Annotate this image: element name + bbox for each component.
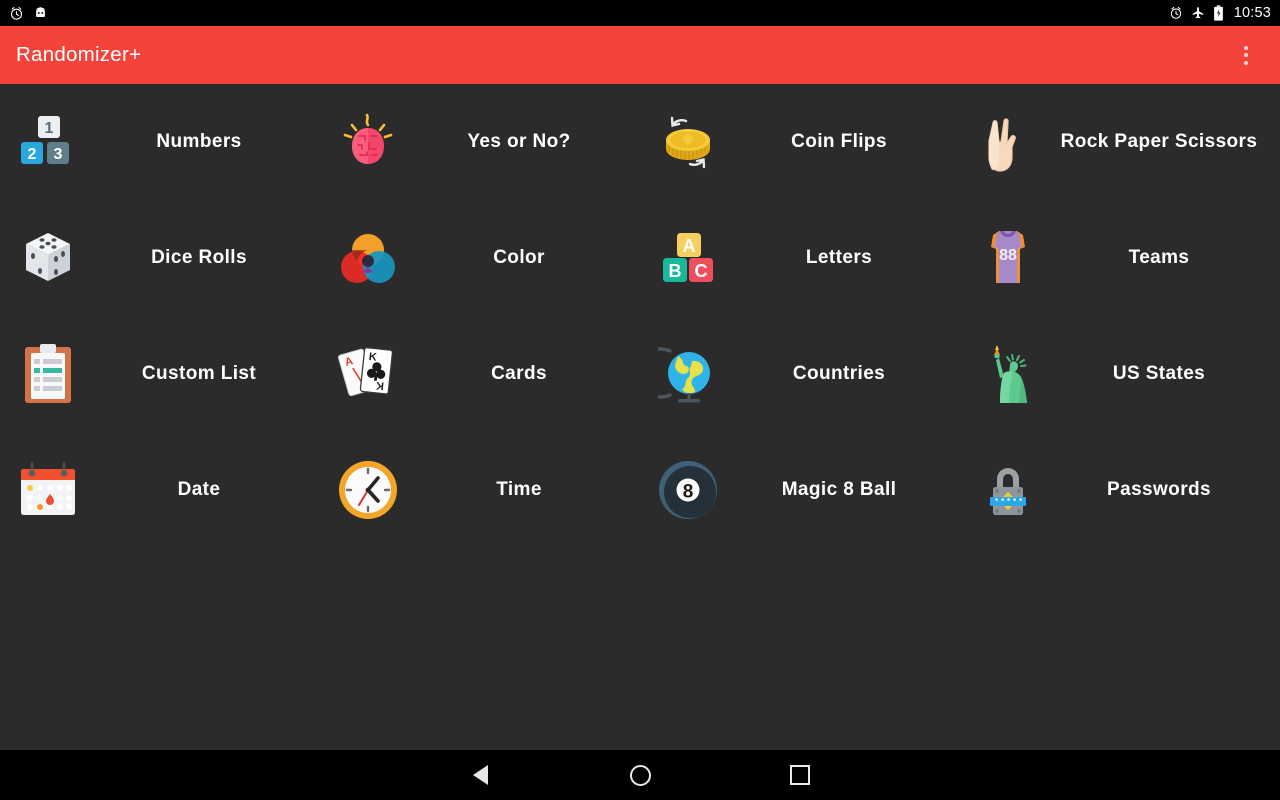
- grid-item-label: Date: [177, 478, 221, 500]
- grid-item-letters[interactable]: A B C Letters: [640, 200, 960, 316]
- grid-item-label: Magic 8 Ball: [781, 478, 897, 500]
- clock-icon: [320, 432, 416, 548]
- svg-text:C: C: [695, 261, 708, 281]
- grid-item-custom-list[interactable]: Custom List: [0, 316, 320, 432]
- android-screen: 10:53 Randomizer+ 1 2 3 Numbers Yes or N…: [0, 0, 1280, 800]
- nav-home-button[interactable]: [560, 750, 720, 800]
- grid-item-label: Yes or No?: [467, 130, 571, 152]
- statue-of-liberty-icon: [960, 316, 1056, 432]
- grid-item-label: Teams: [1128, 246, 1190, 268]
- overflow-menu-icon[interactable]: [1230, 33, 1262, 77]
- recents-square-icon: [790, 765, 810, 785]
- status-bar-clock: 10:53: [1233, 5, 1271, 21]
- grid-item-label: Numbers: [156, 130, 242, 152]
- clipboard-icon: [0, 316, 96, 432]
- status-bar: 10:53: [0, 0, 1280, 26]
- alarm-icon: [1170, 6, 1181, 19]
- dice-icon: [0, 200, 96, 316]
- status-bar-left-icons: [9, 6, 48, 21]
- svg-text:8: 8: [683, 482, 694, 503]
- coin-flip-icon: [640, 84, 736, 200]
- grid-item-label: Time: [496, 478, 542, 500]
- battery-charging-icon: [1213, 5, 1223, 21]
- grid-item-label: Countries: [792, 362, 886, 384]
- nav-recents-button[interactable]: [720, 750, 880, 800]
- grid-item-countries[interactable]: Countries: [640, 316, 960, 432]
- grid-item-label: Color: [493, 246, 545, 268]
- number-tiles-icon: 1 2 3: [0, 84, 96, 200]
- grid-item-label: US States: [1112, 362, 1206, 384]
- grid-item-coin-flips[interactable]: Coin Flips: [640, 84, 960, 200]
- globe-icon: [640, 316, 736, 432]
- grid-item-us-states[interactable]: US States: [960, 316, 1280, 432]
- grid-item-label: Cards: [491, 362, 547, 384]
- home-circle-icon: [629, 764, 651, 786]
- svg-text:3: 3: [54, 146, 63, 163]
- android-robot-icon: [36, 6, 45, 17]
- svg-text:K: K: [368, 351, 377, 364]
- grid-item-time[interactable]: Time: [320, 432, 640, 548]
- svg-text:88: 88: [999, 247, 1017, 264]
- android-navigation-bar: [0, 750, 1280, 800]
- svg-text:2: 2: [28, 146, 37, 163]
- svg-text:1: 1: [45, 120, 54, 137]
- calendar-icon: [0, 432, 96, 548]
- brain-icon: [320, 84, 416, 200]
- svg-text:A: A: [683, 236, 696, 256]
- grid-item-numbers[interactable]: 1 2 3 Numbers: [0, 84, 320, 200]
- grid-item-label: Passwords: [1107, 478, 1211, 500]
- nav-back-button[interactable]: [400, 750, 560, 800]
- grid-item-rock-paper-scissors[interactable]: Rock Paper Scissors: [960, 84, 1280, 200]
- color-circles-icon: [320, 200, 416, 316]
- jersey-icon: 88: [960, 200, 1056, 316]
- grid-item-dice-rolls[interactable]: Dice Rolls: [0, 200, 320, 316]
- grid-item-label: Rock Paper Scissors: [1060, 130, 1258, 152]
- app-title: Randomizer+: [16, 43, 142, 66]
- grid-item-teams[interactable]: 88 Teams: [960, 200, 1280, 316]
- grid-item-date[interactable]: Date: [0, 432, 320, 548]
- status-bar-right-icons: 10:53: [1169, 5, 1271, 21]
- abc-blocks-icon: A B C: [640, 200, 736, 316]
- grid-item-yes-or-no[interactable]: Yes or No?: [320, 84, 640, 200]
- app-bar: Randomizer+: [0, 26, 1280, 84]
- padlock-password-icon: * * * * *: [960, 432, 1056, 548]
- grid-item-magic-8-ball[interactable]: 8 Magic 8 Ball: [640, 432, 960, 548]
- svg-text:B: B: [669, 261, 682, 281]
- grid-item-cards[interactable]: A K K Cards: [320, 316, 640, 432]
- victory-hand-icon: [960, 84, 1056, 200]
- back-triangle-icon: [472, 765, 488, 785]
- alarm-icon: [10, 6, 23, 20]
- grid-item-label: Coin Flips: [791, 130, 887, 152]
- grid-item-label: Letters: [805, 246, 873, 268]
- playing-cards-icon: A K K: [320, 316, 416, 432]
- randomizer-grid: 1 2 3 Numbers Yes or No? Coin Flips Rock…: [0, 84, 1280, 750]
- grid-item-passwords[interactable]: * * * * * Passwords: [960, 432, 1280, 548]
- grid-item-label: Custom List: [141, 362, 257, 384]
- grid-item-color[interactable]: Color: [320, 200, 640, 316]
- grid-item-label: Dice Rolls: [151, 246, 247, 268]
- eight-ball-icon: 8: [640, 432, 736, 548]
- airplane-mode-icon: [1192, 7, 1203, 19]
